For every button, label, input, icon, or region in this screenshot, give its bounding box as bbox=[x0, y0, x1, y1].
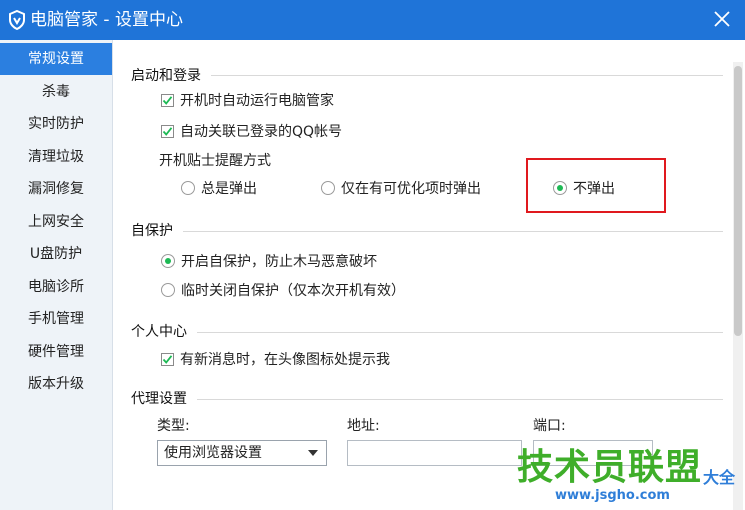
section-title-startup: 启动和登录 bbox=[131, 68, 201, 84]
sidebar-item-usb[interactable]: U盘防护 bbox=[0, 238, 112, 270]
sidebar-item-phone[interactable]: 手机管理 bbox=[0, 303, 112, 335]
sidebar-item-web-safety[interactable]: 上网安全 bbox=[0, 206, 112, 238]
sidebar-item-upgrade[interactable]: 版本升级 bbox=[0, 368, 112, 400]
self-protect-off-label: 临时关闭自保护（仅本次开机有效） bbox=[181, 283, 405, 299]
section-divider bbox=[211, 75, 723, 76]
tip-option-when-needed[interactable]: 仅在有可优化项时弹出 bbox=[321, 178, 481, 198]
checkbox-notify[interactable] bbox=[161, 352, 174, 366]
tip-option-label: 仅在有可优化项时弹出 bbox=[341, 181, 481, 197]
check-icon bbox=[162, 95, 173, 105]
checkbox-auto-qq[interactable] bbox=[161, 124, 174, 138]
title-bar: 电脑管家 - 设置中心 bbox=[0, 0, 745, 40]
section-title-self-protect: 自保护 bbox=[131, 223, 173, 239]
sidebar-item-antivirus[interactable]: 杀毒 bbox=[0, 76, 112, 108]
chevron-down-icon bbox=[308, 450, 318, 456]
sidebar-item-patch[interactable]: 漏洞修复 bbox=[0, 173, 112, 205]
proxy-port-label: 端口: bbox=[533, 418, 566, 434]
section-divider bbox=[197, 332, 723, 333]
window-title: 电脑管家 - 设置中心 bbox=[30, 10, 183, 30]
proxy-type-label: 类型: bbox=[157, 418, 190, 434]
notify-label: 有新消息时，在头像图标处提示我 bbox=[180, 352, 390, 368]
tip-option-label: 总是弹出 bbox=[201, 181, 257, 197]
watermark-logo: 技术员联盟 大全 www.jsgho.com bbox=[515, 438, 745, 510]
sidebar-item-hardware[interactable]: 硬件管理 bbox=[0, 336, 112, 368]
watermark-side-text: 大全 bbox=[703, 468, 736, 487]
proxy-address-label: 地址: bbox=[347, 418, 380, 434]
radio-when-needed[interactable] bbox=[321, 181, 335, 195]
self-protect-off-option[interactable]: 临时关闭自保护（仅本次开机有效） bbox=[161, 280, 405, 300]
check-icon bbox=[162, 354, 173, 364]
sidebar-item-cleanup[interactable]: 清理垃圾 bbox=[0, 141, 112, 173]
section-divider bbox=[197, 399, 723, 400]
self-protect-on-option[interactable]: 开启自保护，防止木马恶意破坏 bbox=[161, 251, 377, 271]
radio-always[interactable] bbox=[181, 181, 195, 195]
self-protect-on-label: 开启自保护，防止木马恶意破坏 bbox=[181, 254, 377, 270]
proxy-address-input[interactable] bbox=[347, 440, 522, 466]
sidebar-item-clinic[interactable]: 电脑诊所 bbox=[0, 271, 112, 303]
radio-self-protect-on[interactable] bbox=[161, 254, 175, 268]
sidebar-item-general[interactable]: 常规设置 bbox=[0, 43, 112, 75]
shield-icon bbox=[9, 10, 25, 30]
scrollbar-thumb[interactable] bbox=[734, 66, 742, 336]
tip-mode-label: 开机贴士提醒方式 bbox=[159, 153, 271, 169]
tip-option-always[interactable]: 总是弹出 bbox=[181, 178, 257, 198]
auto-run-label: 开机时自动运行电脑管家 bbox=[180, 93, 334, 109]
auto-qq-label: 自动关联已登录的QQ帐号 bbox=[180, 124, 343, 140]
auto-run-option[interactable]: 开机时自动运行电脑管家 bbox=[161, 90, 334, 110]
proxy-type-value: 使用浏览器设置 bbox=[164, 445, 262, 461]
section-title-proxy: 代理设置 bbox=[131, 391, 187, 407]
auto-qq-option[interactable]: 自动关联已登录的QQ帐号 bbox=[161, 121, 342, 141]
section-title-personal: 个人中心 bbox=[131, 324, 187, 340]
highlight-box bbox=[526, 158, 666, 213]
close-icon[interactable] bbox=[709, 6, 735, 32]
radio-self-protect-off[interactable] bbox=[161, 283, 175, 297]
sidebar-item-realtime[interactable]: 实时防护 bbox=[0, 108, 112, 140]
sidebar: 常规设置 杀毒 实时防护 清理垃圾 漏洞修复 上网安全 U盘防护 电脑诊所 手机… bbox=[0, 40, 113, 510]
section-divider bbox=[183, 231, 723, 232]
watermark-main-text: 技术员联盟 bbox=[517, 447, 703, 488]
proxy-type-select[interactable]: 使用浏览器设置 bbox=[157, 440, 327, 466]
checkbox-auto-run[interactable] bbox=[161, 93, 174, 107]
watermark-url-text: www.jsgho.com bbox=[555, 488, 670, 503]
check-icon bbox=[162, 126, 173, 136]
notify-option[interactable]: 有新消息时，在头像图标处提示我 bbox=[161, 349, 390, 369]
